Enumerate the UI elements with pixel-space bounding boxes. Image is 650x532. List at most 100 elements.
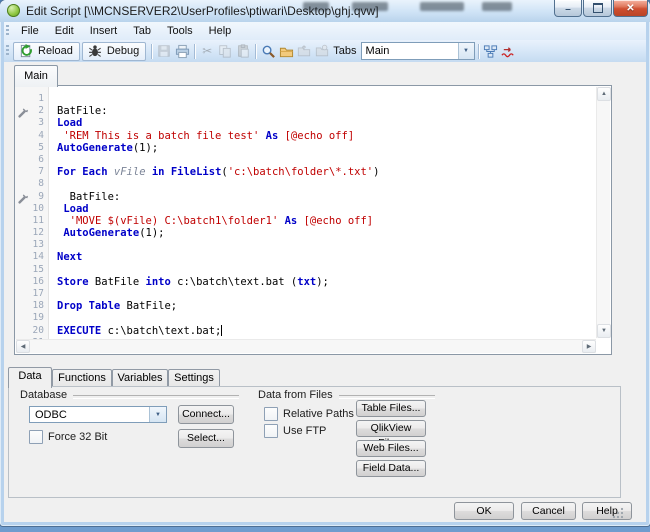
field-data-button[interactable]: Field Data... xyxy=(356,460,426,477)
code-line: For Each vFile in FileList('c:\batch\fol… xyxy=(57,166,380,179)
debug-button[interactable]: Debug xyxy=(81,41,147,61)
line-number: 14 xyxy=(32,251,44,263)
relative-paths-checkbox[interactable] xyxy=(264,407,278,421)
line-number: 1 xyxy=(38,93,44,104)
print-icon[interactable] xyxy=(173,42,191,60)
ok-button[interactable]: OK xyxy=(454,502,514,520)
line-number: 18 xyxy=(32,300,44,312)
database-select[interactable]: ODBC ▼ xyxy=(29,406,167,423)
group-divider xyxy=(73,395,239,399)
debug-icon xyxy=(86,42,104,60)
table-files-button[interactable]: Table Files... xyxy=(356,400,426,417)
menu-tab[interactable]: Tab xyxy=(125,23,159,39)
database-select-value: ODBC xyxy=(35,409,67,421)
connect-button[interactable]: Connect... xyxy=(178,405,234,424)
menu-insert[interactable]: Insert xyxy=(82,23,126,39)
toolbar-separator xyxy=(194,43,196,59)
maximize-icon xyxy=(592,3,603,13)
scroll-up-icon[interactable]: ▲ xyxy=(597,87,611,101)
tab-variables[interactable]: Variables xyxy=(112,369,168,387)
maximize-button[interactable] xyxy=(583,0,612,17)
code-line: Drop Table BatFile; xyxy=(57,300,178,313)
edit-script-window: Edit Script [\\MCNSERVER2\UserProfiles\p… xyxy=(0,0,650,526)
line-number: 2 xyxy=(38,105,44,117)
line-number: 6 xyxy=(38,153,44,165)
titlebar[interactable]: Edit Script [\\MCNSERVER2\UserProfiles\p… xyxy=(0,0,650,22)
chevron-down-icon[interactable]: ▼ xyxy=(457,43,474,59)
desktop-background: Edit Script [\\MCNSERVER2\UserProfiles\p… xyxy=(0,0,650,532)
web-files-button[interactable]: Web Files... xyxy=(356,440,426,457)
database-group-label: Database xyxy=(20,389,68,401)
group-divider xyxy=(339,395,435,399)
use-ftp-row: Use FTP xyxy=(264,424,326,438)
tab-settings[interactable]: Settings xyxy=(168,369,220,387)
toolbar-separator xyxy=(255,43,257,59)
cancel-button[interactable]: Cancel xyxy=(521,502,576,520)
tab-selector[interactable]: Main ▼ xyxy=(360,42,475,60)
text-caret xyxy=(221,324,223,336)
import-file-icon xyxy=(295,42,313,60)
script-tab-main[interactable]: Main xyxy=(14,65,58,87)
code-line: BatFile: xyxy=(57,190,121,203)
force-32-bit-row: Force 32 Bit xyxy=(29,430,107,444)
chevron-down-icon[interactable]: ▼ xyxy=(149,407,166,422)
toolbar-grip xyxy=(6,25,9,37)
tab-functions[interactable]: Functions xyxy=(52,369,112,387)
resize-grip[interactable] xyxy=(611,506,625,520)
tabs-label: Tabs xyxy=(333,45,357,57)
close-button[interactable]: ✕ xyxy=(613,0,648,17)
code-line: Load xyxy=(63,202,89,215)
code-line: AutoGenerate(1); xyxy=(63,227,165,240)
line-number: 13 xyxy=(32,239,44,251)
line-number: 10 xyxy=(32,202,44,214)
data-from-files-group-label: Data from Files xyxy=(258,389,333,401)
table-viewer-icon[interactable] xyxy=(482,42,500,60)
code-line: 'REM This is a batch file test' As [@ech… xyxy=(63,129,355,142)
script-editor[interactable]: 123456789101112131415161718192021 BatFil… xyxy=(14,85,612,355)
close-icon: ✕ xyxy=(626,2,635,14)
line-number: 12 xyxy=(32,227,44,239)
tab-data[interactable]: Data xyxy=(8,367,52,388)
bookmark-wrench-icon xyxy=(17,191,29,204)
scroll-down-icon[interactable]: ▼ xyxy=(597,324,611,338)
code-line: Store BatFile into c:\batch\text.bat (tx… xyxy=(57,275,329,288)
save-icon xyxy=(155,42,173,60)
menu-bar: File Edit Insert Tab Tools Help xyxy=(4,22,646,40)
force-32-bit-checkbox[interactable] xyxy=(29,430,43,444)
code-line: AutoGenerate(1); xyxy=(57,141,159,154)
syntax-check-icon[interactable] xyxy=(500,42,518,60)
find-icon[interactable] xyxy=(259,42,277,60)
minimize-button[interactable]: – xyxy=(554,0,582,17)
tab-selector-value: Main xyxy=(365,45,390,57)
reload-button[interactable]: Reload xyxy=(13,41,80,61)
line-number: 19 xyxy=(32,312,44,324)
menu-file[interactable]: File xyxy=(13,23,47,39)
scroll-left-icon[interactable]: ◀ xyxy=(16,340,30,353)
line-number: 17 xyxy=(32,288,44,299)
open-folder-icon[interactable] xyxy=(277,42,295,60)
horizontal-scrollbar[interactable]: ◀ ▶ xyxy=(16,339,596,353)
select-button[interactable]: Select... xyxy=(178,429,234,448)
cut-icon: ✂ xyxy=(202,44,213,58)
line-number: 4 xyxy=(38,129,44,141)
relative-paths-label: Relative Paths xyxy=(283,408,354,420)
code-lines[interactable]: BatFile: Load 'REM This is a batch file t… xyxy=(57,86,595,349)
editor-gutter: 123456789101112131415161718192021 xyxy=(15,86,49,348)
qlikview-file-button[interactable]: QlikView File... xyxy=(356,420,426,449)
menu-help[interactable]: Help xyxy=(201,23,240,39)
menu-tools[interactable]: Tools xyxy=(159,23,201,39)
scroll-right-icon[interactable]: ▶ xyxy=(582,340,596,353)
bookmark-wrench-icon xyxy=(17,105,29,118)
line-number: 16 xyxy=(32,275,44,287)
use-ftp-checkbox[interactable] xyxy=(264,424,278,438)
menu-edit[interactable]: Edit xyxy=(47,23,82,39)
vertical-scrollbar[interactable]: ▲ ▼ xyxy=(596,87,611,338)
background-artifact xyxy=(482,2,512,11)
reload-icon xyxy=(17,42,35,60)
